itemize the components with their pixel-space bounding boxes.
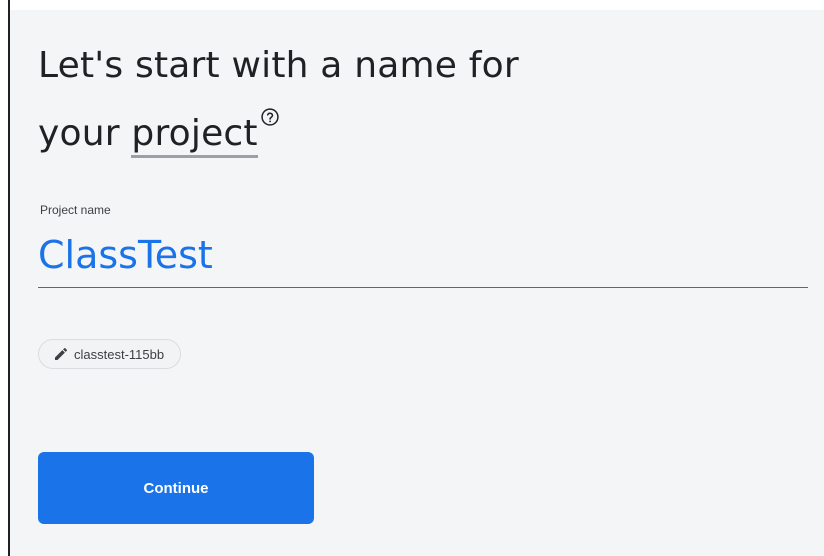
help-circle-icon[interactable] xyxy=(260,107,280,127)
title-line-1: Let's start with a name for xyxy=(38,45,519,86)
page-title: Let's start with a name for your project xyxy=(38,32,758,168)
project-id-chip[interactable]: classtest-115bb xyxy=(38,339,182,369)
pencil-icon xyxy=(55,347,67,360)
continue-button[interactable]: Continue xyxy=(38,452,314,524)
project-id-text: classtest-115bb xyxy=(74,346,165,362)
project-name-label: Project name xyxy=(40,203,111,217)
project-name-input[interactable] xyxy=(38,222,808,288)
project-definition-link[interactable]: project xyxy=(131,113,258,158)
title-prefix: your xyxy=(38,113,132,154)
title-line-2: your project xyxy=(38,100,758,168)
